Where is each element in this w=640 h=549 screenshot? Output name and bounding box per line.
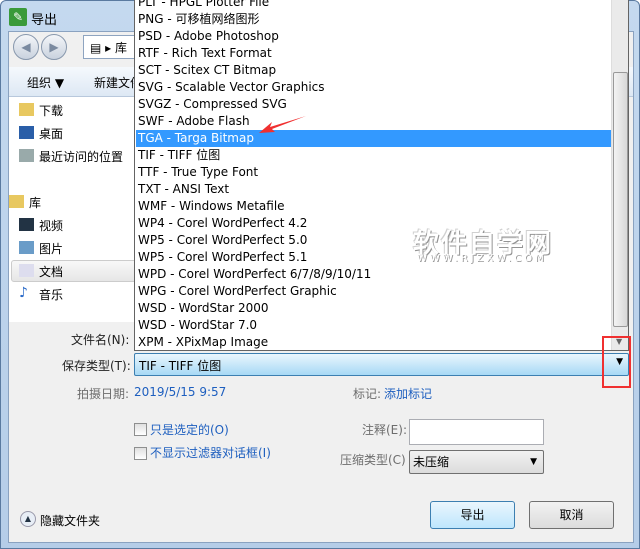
filetype-option[interactable]: PLT - HPGL Plotter File xyxy=(136,0,611,11)
chevron-up-icon[interactable]: ▲ xyxy=(20,511,36,527)
note-input[interactable] xyxy=(409,419,544,445)
download-folder-icon xyxy=(19,103,34,116)
filetype-option[interactable]: PSD - Adobe Photoshop xyxy=(136,28,611,45)
filetype-option[interactable]: SCT - Scitex CT Bitmap xyxy=(136,62,611,79)
filetype-option[interactable]: WSD - WordStar 7.0 xyxy=(136,317,611,334)
list-scrollbar[interactable]: ▼ xyxy=(611,0,628,350)
dialog-title: 导出 xyxy=(31,13,58,28)
page-icon: ▤ ▸ xyxy=(90,41,115,55)
red-arrow-annotation xyxy=(259,116,306,133)
export-button[interactable]: 导出 xyxy=(430,501,515,529)
no-filter-dialog-checkbox[interactable] xyxy=(134,447,147,460)
filetype-option[interactable]: WPD - Corel WordPerfect 6/7/8/9/10/11 xyxy=(136,266,611,283)
compression-label: 压缩类型(C) xyxy=(340,453,406,467)
compression-select[interactable]: 未压缩 ▼ xyxy=(409,450,544,474)
savetype-label: 保存类型(T): xyxy=(62,359,131,373)
filetype-option[interactable]: WPG - Corel WordPerfect Graphic xyxy=(136,283,611,300)
forward-button[interactable]: ▶ xyxy=(41,34,67,60)
filetype-option[interactable]: PNG - 可移植网络图形 xyxy=(136,11,611,28)
sidebar-item-pictures[interactable]: 图片 xyxy=(19,240,63,257)
documents-icon xyxy=(19,264,34,277)
no-filter-dialog-label[interactable]: 不显示过滤器对话框(I) xyxy=(150,444,271,461)
filetype-option[interactable]: TIF - TIFF 位图 xyxy=(136,147,611,164)
organize-button[interactable]: 组织 ▼ xyxy=(27,74,64,91)
date-label: 拍摄日期: xyxy=(77,387,130,401)
address-crumb[interactable]: 库 xyxy=(115,41,127,55)
filetype-option[interactable]: RTF - Rich Text Format xyxy=(136,45,611,62)
scrollbar-thumb[interactable] xyxy=(613,72,628,327)
hide-folders-button[interactable]: 隐藏文件夹 xyxy=(40,512,100,529)
tags-label: 标记: xyxy=(353,387,382,401)
date-value[interactable]: 2019/5/15 9:57 xyxy=(134,385,226,399)
only-selected-checkbox[interactable] xyxy=(134,423,147,436)
sidebar-item-recent[interactable]: 最近访问的位置 xyxy=(19,148,123,165)
chevron-down-icon: ▼ xyxy=(530,457,537,467)
pictures-icon xyxy=(19,241,34,254)
sidebar-item-library[interactable]: 库 xyxy=(9,194,41,211)
filetype-option[interactable]: XPM - XPixMap Image xyxy=(136,334,611,351)
savetype-select[interactable]: TIF - TIFF 位图 ▼ xyxy=(134,353,629,376)
app-logo-icon: ✎ xyxy=(9,8,27,26)
sidebar-item-videos[interactable]: 视频 xyxy=(19,217,63,234)
navigation-pane: 下载 桌面 最近访问的位置 库 视频 图片 文档 ♪ 音乐 xyxy=(9,97,141,322)
cancel-button[interactable]: 取消 xyxy=(529,501,614,529)
tags-value[interactable]: 添加标记 xyxy=(384,385,432,402)
back-button[interactable]: ◀ xyxy=(13,34,39,60)
library-icon xyxy=(9,195,24,208)
filetype-option[interactable]: WMF - Windows Metafile xyxy=(136,198,611,215)
filetype-option[interactable]: SVG - Scalable Vector Graphics xyxy=(136,79,611,96)
sidebar-item-desktop[interactable]: 桌面 xyxy=(19,125,63,142)
sidebar-item-music[interactable]: ♪ 音乐 xyxy=(19,286,63,303)
desktop-icon xyxy=(19,126,34,139)
filetype-option[interactable]: TGA - Targa Bitmap xyxy=(136,130,611,147)
filetype-option[interactable]: TXT - ANSI Text xyxy=(136,181,611,198)
filetype-option[interactable]: TTF - True Type Font xyxy=(136,164,611,181)
export-dialog: ✎ 导出 ◀ ▶ ▤ ▸ 库 组织 ▼ 新建文件夹 下载 桌面 最近访问的位置 … xyxy=(0,0,640,549)
watermark-url: WWW.RJZXW.COM xyxy=(417,253,547,264)
filetype-option[interactable]: SVGZ - Compressed SVG xyxy=(136,96,611,113)
music-icon: ♪ xyxy=(19,285,28,301)
filetype-option[interactable]: WSD - WordStar 2000 xyxy=(136,300,611,317)
sidebar-item-documents[interactable]: 文档 xyxy=(19,263,63,280)
recent-places-icon xyxy=(19,149,34,162)
red-highlight-box xyxy=(602,336,631,388)
note-label: 注释(E): xyxy=(362,423,407,437)
filetype-dropdown-list[interactable]: ▼ PLT - HPGL Plotter File PNG - 可移植网络图形 PS… xyxy=(134,0,629,351)
only-selected-label[interactable]: 只是选定的(O) xyxy=(150,421,229,438)
filetype-option[interactable]: SWF - Adobe Flash xyxy=(136,113,611,130)
filename-label: 文件名(N): xyxy=(71,333,130,347)
video-icon xyxy=(19,218,34,231)
sidebar-item-downloads[interactable]: 下载 xyxy=(19,102,63,119)
